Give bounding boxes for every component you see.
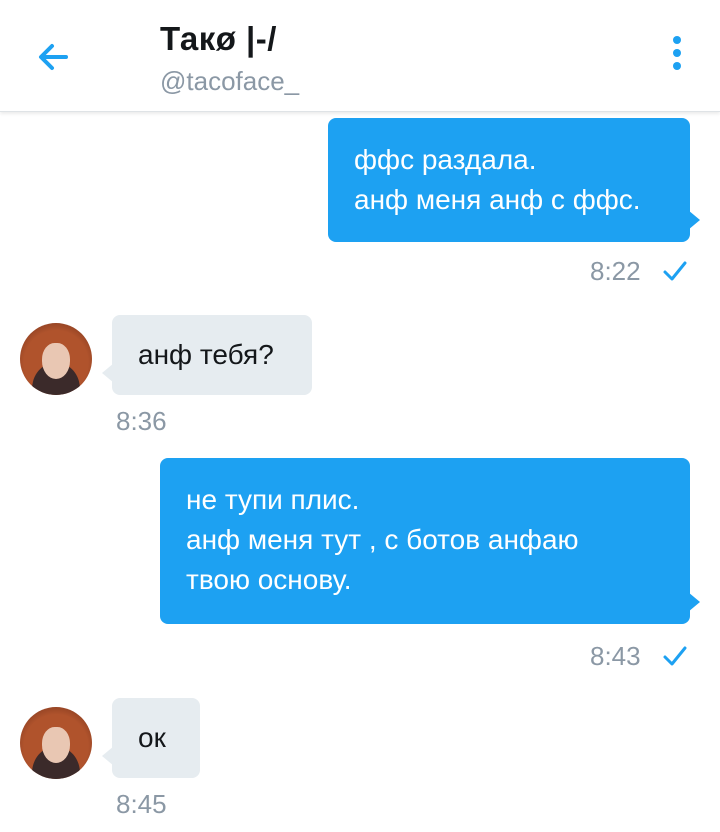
message-timestamp: 8:22 — [590, 256, 641, 286]
message-timestamp: 8:43 — [590, 641, 641, 671]
message-line: анф тебя? — [138, 339, 274, 370]
message-bubble-outgoing[interactable]: не тупи плис. анф меня тут , с ботов анф… — [160, 458, 700, 624]
avatar[interactable] — [20, 323, 92, 395]
conversation-title: Такø |-/ — [160, 20, 277, 57]
message-bubble-outgoing[interactable]: ффс раздала. анф меня анф с ффс. — [328, 118, 700, 242]
bubble-tail — [688, 592, 700, 612]
message-bubble-incoming[interactable]: анф тебя? — [102, 315, 312, 395]
message-line: ффс раздала. — [354, 144, 537, 175]
message-timestamp: 8:36 — [116, 406, 167, 436]
bubble-tail — [102, 746, 114, 766]
conversation-header: Такø |-/ @tacoface_ — [0, 0, 720, 112]
message-line: ок — [138, 722, 166, 753]
message-bubble-incoming[interactable]: ок — [102, 698, 200, 778]
bubble-tail — [102, 363, 114, 383]
bubble-tail — [688, 210, 700, 230]
message-timestamp: 8:45 — [116, 789, 167, 819]
message-line: твою основу. — [186, 564, 352, 595]
message-line: не тупи плис. — [186, 484, 360, 515]
message-line: анф меня анф с ффс. — [354, 184, 641, 215]
sent-check-icon — [663, 261, 687, 281]
back-arrow-icon[interactable] — [30, 34, 80, 80]
avatar[interactable] — [20, 707, 92, 779]
conversation-handle: @tacoface_ — [160, 66, 300, 96]
more-vertical-icon[interactable] — [662, 36, 692, 76]
message-line: анф меня тут , с ботов анфаю — [186, 524, 579, 555]
sent-check-icon — [663, 646, 687, 666]
